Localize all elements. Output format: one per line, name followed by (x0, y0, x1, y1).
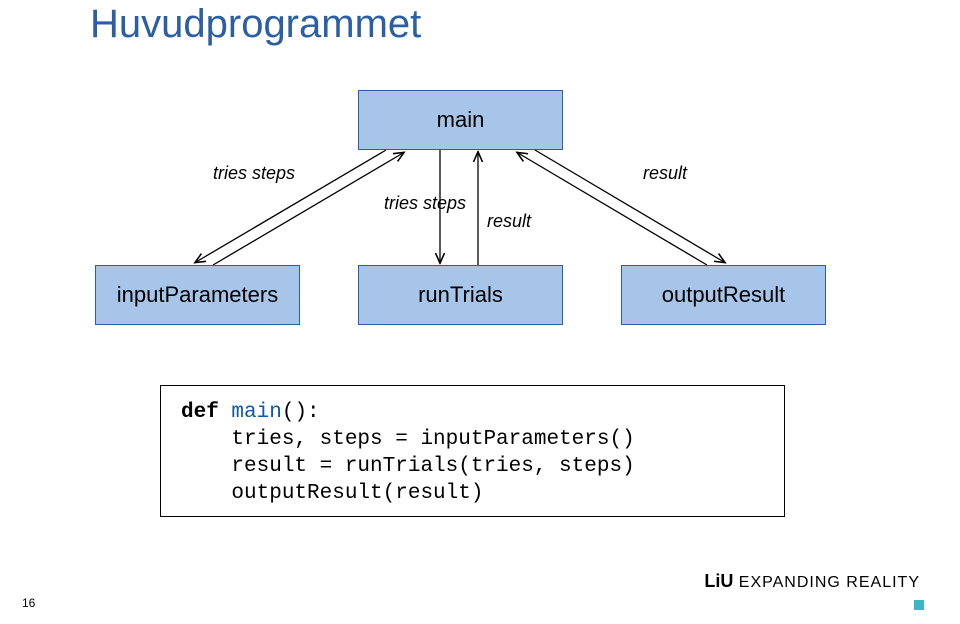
box-output-result-label: outputResult (662, 282, 786, 308)
box-main: main (358, 90, 563, 150)
label-tries-steps-left: tries steps (213, 163, 295, 184)
code-line-4: outputResult(result) (181, 482, 483, 505)
code-block: def main(): tries, steps = inputParamete… (160, 385, 785, 517)
footer-tagline: EXPANDING REALITY (733, 574, 920, 591)
label-result-right: result (643, 163, 687, 184)
label-result-mid: result (487, 211, 531, 232)
footer-logo: LiU EXPANDING REALITY (704, 571, 920, 592)
code-paren: (): (282, 401, 320, 424)
code-kw-main: main (231, 401, 281, 424)
box-run-trials-label: runTrials (418, 282, 503, 308)
box-run-trials: runTrials (358, 265, 563, 325)
code-line-3: result = runTrials(tries, steps) (181, 455, 635, 478)
slide-title: Huvudprogrammet (90, 2, 421, 47)
box-input-parameters-label: inputParameters (117, 282, 278, 308)
code-kw-def: def (181, 401, 219, 424)
page-number: 16 (22, 596, 35, 610)
code-line-2: tries, steps = inputParameters() (181, 428, 635, 451)
box-output-result: outputResult (621, 265, 826, 325)
box-input-parameters: inputParameters (95, 265, 300, 325)
label-tries-steps-mid: tries steps (384, 193, 466, 214)
footer-liu: LiU (704, 571, 733, 591)
box-main-label: main (437, 107, 485, 133)
footer-accent-square (914, 600, 924, 610)
